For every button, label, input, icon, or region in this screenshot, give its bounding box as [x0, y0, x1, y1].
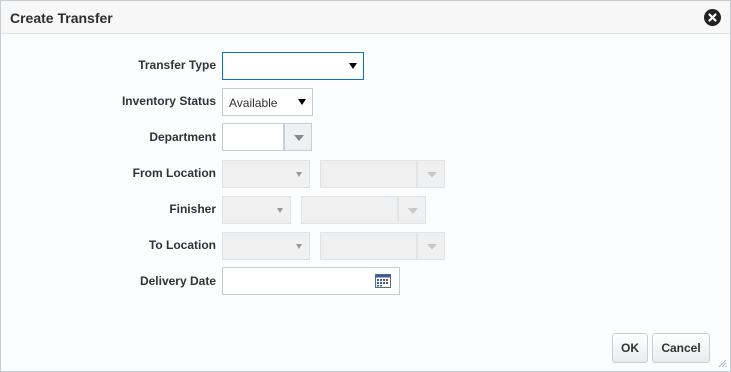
finisher-select[interactable] [222, 196, 291, 224]
transfer-type-select[interactable] [222, 52, 364, 80]
delivery-date-input[interactable] [222, 267, 400, 295]
calendar-icon[interactable] [375, 274, 391, 288]
chevron-down-icon [298, 99, 306, 105]
finisher-dropdown-button[interactable] [398, 196, 426, 224]
chevron-down-icon [408, 208, 418, 214]
create-transfer-dialog: Create Transfer Transfer Type Inventory … [0, 0, 731, 372]
inventory-status-label: Inventory Status [121, 94, 216, 108]
chevron-down-icon [349, 63, 357, 69]
inventory-status-select[interactable]: Available [222, 88, 313, 116]
chevron-down-icon [427, 244, 437, 250]
to-location-dropdown-button[interactable] [417, 232, 445, 260]
ok-button[interactable]: OK [612, 333, 648, 363]
dialog-title: Create Transfer [10, 10, 113, 26]
chevron-down-icon [277, 208, 283, 213]
cancel-button[interactable]: Cancel [652, 333, 710, 363]
from-location-dropdown-button[interactable] [417, 160, 445, 188]
finisher-input[interactable] [301, 196, 398, 224]
resize-grip-icon[interactable] [717, 358, 727, 368]
to-location-label: To Location [148, 238, 216, 252]
from-location-label: From Location [132, 166, 216, 180]
transfer-type-label: Transfer Type [138, 58, 216, 72]
chevron-down-icon [296, 172, 302, 177]
to-location-input[interactable] [320, 232, 417, 260]
close-icon[interactable] [704, 9, 721, 26]
finisher-label: Finisher [169, 202, 216, 216]
delivery-date-label: Delivery Date [139, 274, 216, 288]
department-dropdown-button[interactable] [284, 123, 312, 151]
chevron-down-icon [427, 172, 437, 178]
department-input[interactable] [222, 123, 284, 151]
department-label: Department [149, 130, 216, 144]
from-location-select[interactable] [222, 160, 310, 188]
chevron-down-icon [294, 135, 304, 141]
to-location-select[interactable] [222, 232, 310, 260]
chevron-down-icon [296, 244, 302, 249]
inventory-status-value: Available [229, 96, 278, 110]
dialog-title-bar: Create Transfer [1, 1, 730, 34]
from-location-input[interactable] [320, 160, 417, 188]
